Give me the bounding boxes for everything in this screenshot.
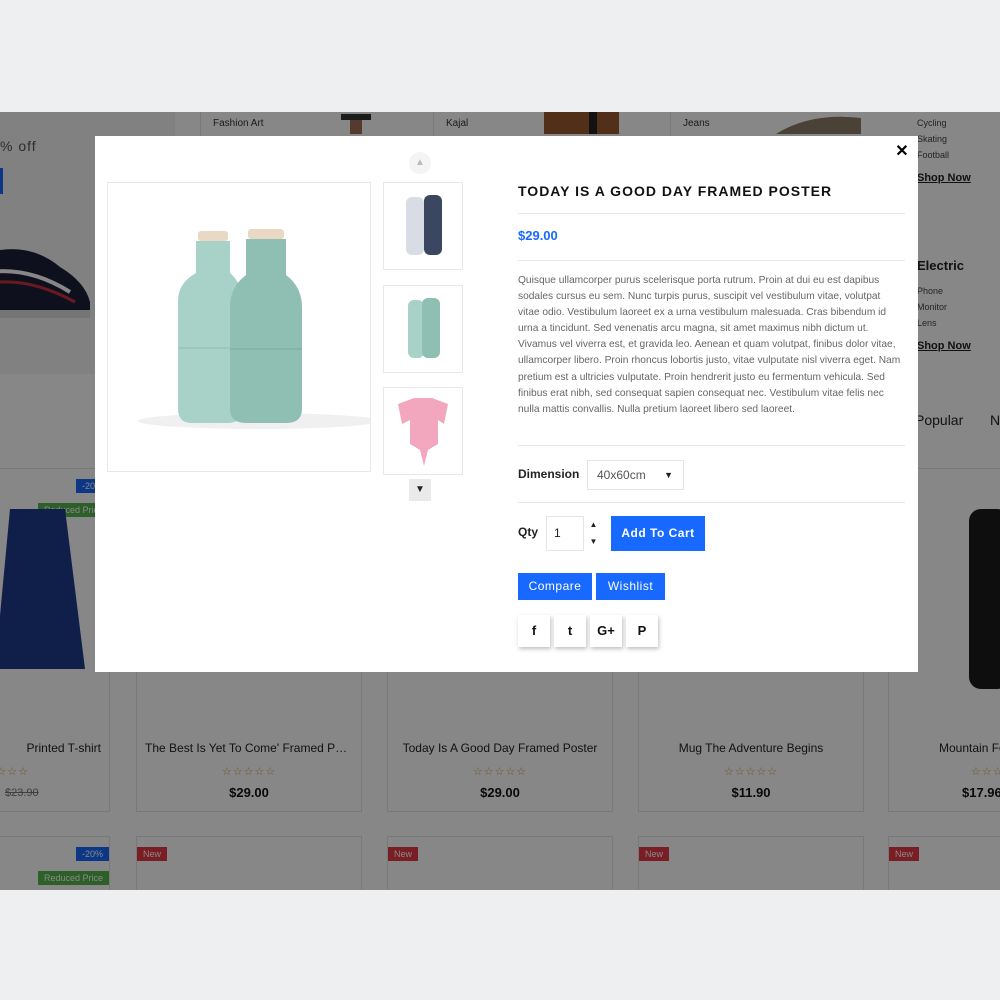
caret-down-icon: ▼ (664, 470, 673, 480)
thumbnail[interactable] (383, 285, 463, 373)
divider (518, 502, 905, 503)
dimension-value: 40x60cm (597, 468, 646, 482)
thumbnail[interactable] (383, 182, 463, 270)
close-icon[interactable]: ✕ (894, 144, 910, 160)
divider (518, 213, 905, 214)
salt-pepper-grinders-image (138, 229, 378, 429)
quick-view-modal: ✕ ▲ ▼ TODAY IS A GOOD DAY FRAMED POSTER … (95, 136, 918, 672)
divider (518, 445, 905, 446)
thumbnail[interactable] (383, 387, 463, 475)
divider (518, 260, 905, 261)
product-title: TODAY IS A GOOD DAY FRAMED POSTER (518, 183, 833, 199)
thumbnail-scroll-up-icon[interactable]: ▲ (409, 152, 431, 174)
wishlist-button[interactable]: Wishlist (596, 573, 665, 600)
grinders-dark-image (406, 195, 442, 255)
main-product-image[interactable] (107, 182, 378, 472)
pinterest-icon[interactable]: P (626, 615, 658, 647)
grinders-mint-image (408, 298, 440, 358)
facebook-icon[interactable]: f (518, 615, 550, 647)
qty-label: Qty (518, 525, 539, 539)
dimension-select[interactable]: 40x60cm ▼ (587, 460, 684, 490)
product-price: $29.00 (518, 228, 558, 243)
thumbnail-scroll-down-icon[interactable]: ▼ (409, 479, 431, 501)
compare-button[interactable]: Compare (518, 573, 592, 600)
pink-tshirt-image (398, 398, 448, 466)
dimension-label: Dimension (518, 467, 580, 481)
product-description: Quisque ullamcorper purus scelerisque po… (518, 275, 901, 415)
google-plus-icon[interactable]: G+ (590, 615, 622, 647)
twitter-icon[interactable]: t (554, 615, 586, 647)
qty-input[interactable]: 1 (546, 516, 584, 551)
add-to-cart-button[interactable]: Add To Cart (611, 516, 705, 551)
qty-decrement-icon[interactable]: ▼ (584, 533, 603, 550)
qty-increment-icon[interactable]: ▲ (584, 516, 603, 533)
